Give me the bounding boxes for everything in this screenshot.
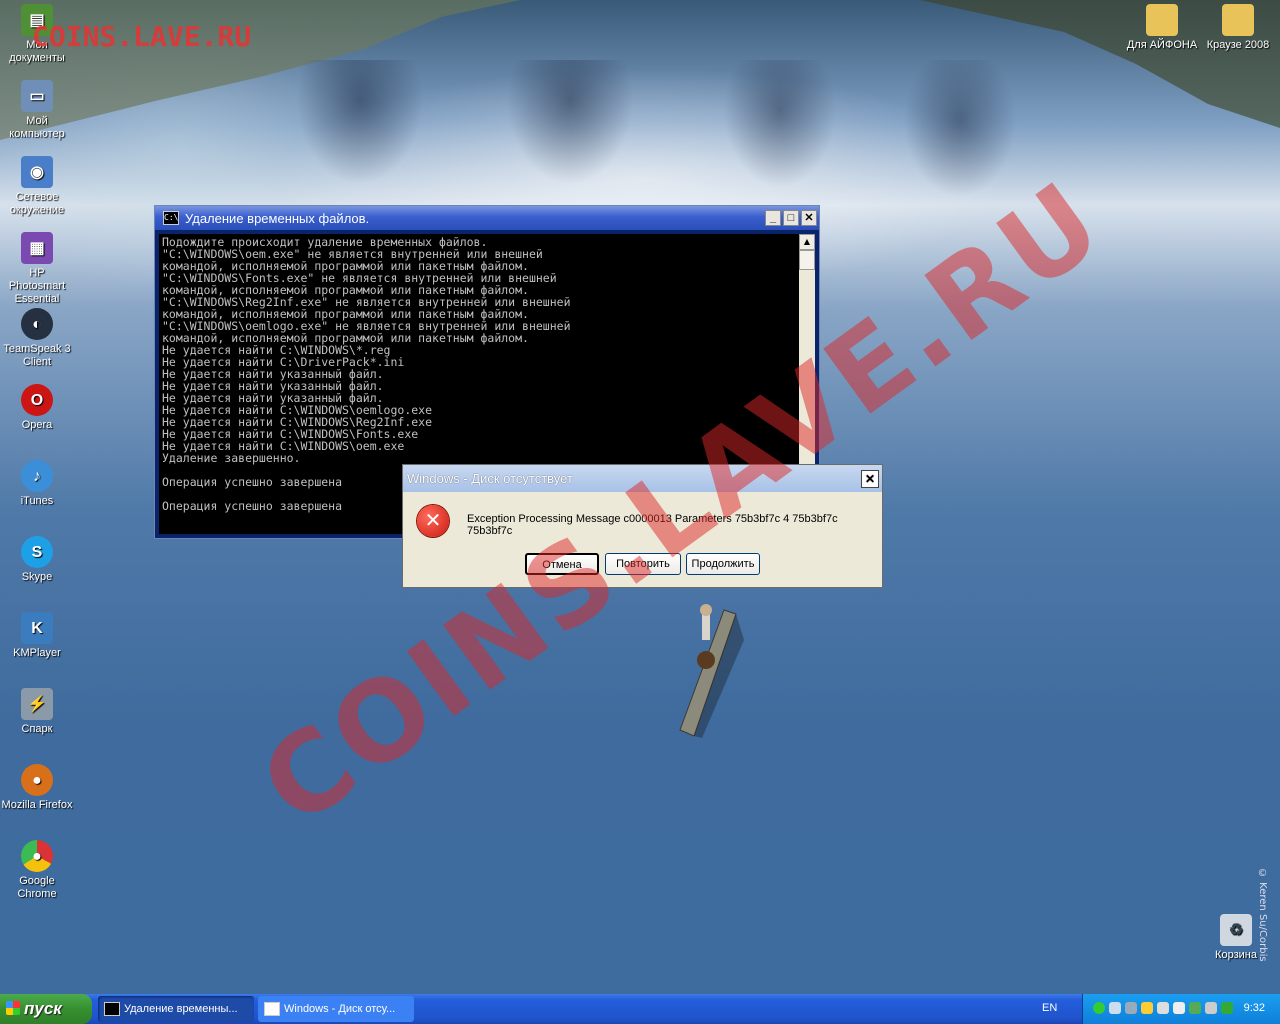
spark-icon: ⚡ (21, 688, 53, 720)
desktop-icon-folder-iphone[interactable]: Для АЙФОНА (1124, 4, 1200, 52)
console-titlebar[interactable]: C:\ Удаление временных файлов. _ □ ✕ (155, 206, 819, 230)
console-icon: C:\ (163, 211, 179, 225)
taskbar-item-label: Удаление временны... (124, 1003, 238, 1015)
wallpaper-raft (679, 604, 744, 738)
tray-icon[interactable] (1157, 1002, 1169, 1014)
folder-icon (1146, 4, 1178, 36)
console-line: Удаление завершенно. (162, 451, 301, 465)
desktop-icon-label: Skype (21, 571, 53, 583)
desktop-icon-label: HP Photosmart Essential (8, 267, 66, 305)
desktop-icon-teamspeak[interactable]: ◐ TeamSpeak 3 Client (0, 308, 74, 369)
console-icon (104, 1002, 120, 1016)
desktop-icon-label: TeamSpeak 3 Client (3, 343, 71, 368)
desktop-icon-label: KMPlayer (13, 647, 61, 659)
desktop-icon-spark[interactable]: ⚡ Спарк (0, 688, 74, 736)
desktop-icon-label: Мой компьютер (9, 115, 65, 140)
tray-icon[interactable] (1189, 1002, 1201, 1014)
kmplayer-icon: K (21, 612, 53, 644)
dialog-message: Exception Processing Message c0000013 Pa… (467, 513, 838, 537)
maximize-button[interactable]: □ (783, 210, 799, 226)
desktop-icon-folder-krause[interactable]: Краузе 2008 (1200, 4, 1276, 52)
desktop-icon-label: Корзина (1215, 949, 1257, 961)
desktop-icon-label: Сетевое окружение (9, 191, 65, 216)
start-label: пуск (24, 999, 62, 1018)
dialog-titlebar[interactable]: Windows - Диск отсутствует ✕ (403, 465, 882, 492)
teamspeak-icon: ◐ (21, 308, 53, 340)
desktop-icon-label: Mozilla Firefox (1, 799, 73, 811)
console-title: Удаление временных файлов. (185, 210, 370, 226)
network-icon: ◉ (21, 156, 53, 188)
taskbar-item-label: Windows - Диск отсу... (284, 1003, 396, 1015)
close-button[interactable]: ✕ (801, 210, 817, 226)
computer-icon: ▭ (21, 80, 53, 112)
tray-icon[interactable] (1141, 1002, 1153, 1014)
desktop-icon-network[interactable]: ◉ Сетевое окружение (0, 156, 74, 217)
desktop-icon-skype[interactable]: S Skype (0, 536, 74, 584)
watermark-top: COINS.LAVE.RU (32, 20, 252, 53)
tray-icon[interactable] (1109, 1002, 1121, 1014)
minimize-button[interactable]: _ (765, 210, 781, 226)
folder-icon (1222, 4, 1254, 36)
taskbar-item-dialog[interactable]: Windows - Диск отсу... (258, 996, 414, 1022)
skype-icon: S (21, 536, 53, 568)
desktop-icon-my-computer[interactable]: ▭ Мой компьютер (0, 80, 74, 141)
chrome-icon: ● (21, 840, 53, 872)
desktop-icon-recycle-bin[interactable]: ♻ Корзина (1200, 914, 1272, 962)
tray-icon[interactable] (1205, 1002, 1217, 1014)
desktop-icon-opera[interactable]: O Opera (0, 384, 74, 432)
tray-icon[interactable] (1125, 1002, 1137, 1014)
dialog-title: Windows - Диск отсутствует (407, 471, 573, 486)
desktop-icon-label: Краузе 2008 (1206, 39, 1270, 51)
windows-logo-icon (6, 1001, 20, 1015)
scroll-thumb[interactable] (799, 250, 815, 270)
tray-icon[interactable] (1221, 1002, 1233, 1014)
taskbar-item-console[interactable]: Удаление временны... (98, 996, 254, 1022)
dialog-close-button[interactable]: ✕ (861, 469, 879, 488)
desktop-icon-firefox[interactable]: ● Mozilla Firefox (0, 764, 74, 812)
desktop-icon-label: Спарк (21, 723, 53, 735)
firefox-icon: ● (21, 764, 53, 796)
itunes-icon: ♪ (21, 460, 53, 492)
desktop-icon-label: Google Chrome (17, 875, 57, 900)
scroll-up-icon[interactable]: ▲ (799, 234, 815, 250)
window-icon (264, 1002, 280, 1016)
desktop-icon-kmplayer[interactable]: K KMPlayer (0, 612, 74, 660)
system-tray: 9:32 (1082, 994, 1280, 1024)
desktop-icon-label: Для АЙФОНА (1126, 39, 1198, 51)
clock[interactable]: 9:32 (1244, 1002, 1265, 1014)
recycle-bin-icon: ♻ (1220, 914, 1252, 946)
volume-icon[interactable] (1173, 1002, 1185, 1014)
error-dialog[interactable]: Windows - Диск отсутствует ✕ ✕ Exception… (402, 464, 883, 588)
desktop-icon-label: Opera (21, 419, 53, 431)
desktop-icon-hp-photosmart[interactable]: ▦ HP Photosmart Essential (0, 232, 74, 306)
language-indicator[interactable]: EN (1042, 1002, 1057, 1014)
continue-button[interactable]: Продолжить (686, 553, 760, 575)
start-button[interactable]: пуск (0, 994, 92, 1024)
cancel-button[interactable]: Отмена (525, 553, 599, 575)
taskbar: пуск Удаление временны... Windows - Диск… (0, 994, 1280, 1024)
retry-button[interactable]: Повторить (605, 553, 681, 575)
opera-icon: O (21, 384, 53, 416)
desktop-icon-label: iTunes (20, 495, 54, 507)
tray-icon[interactable] (1093, 1002, 1105, 1014)
photo-icon: ▦ (21, 232, 53, 264)
error-icon: ✕ (417, 505, 449, 537)
desktop-icon-itunes[interactable]: ♪ iTunes (0, 460, 74, 508)
desktop-icon-chrome[interactable]: ● Google Chrome (0, 840, 74, 901)
